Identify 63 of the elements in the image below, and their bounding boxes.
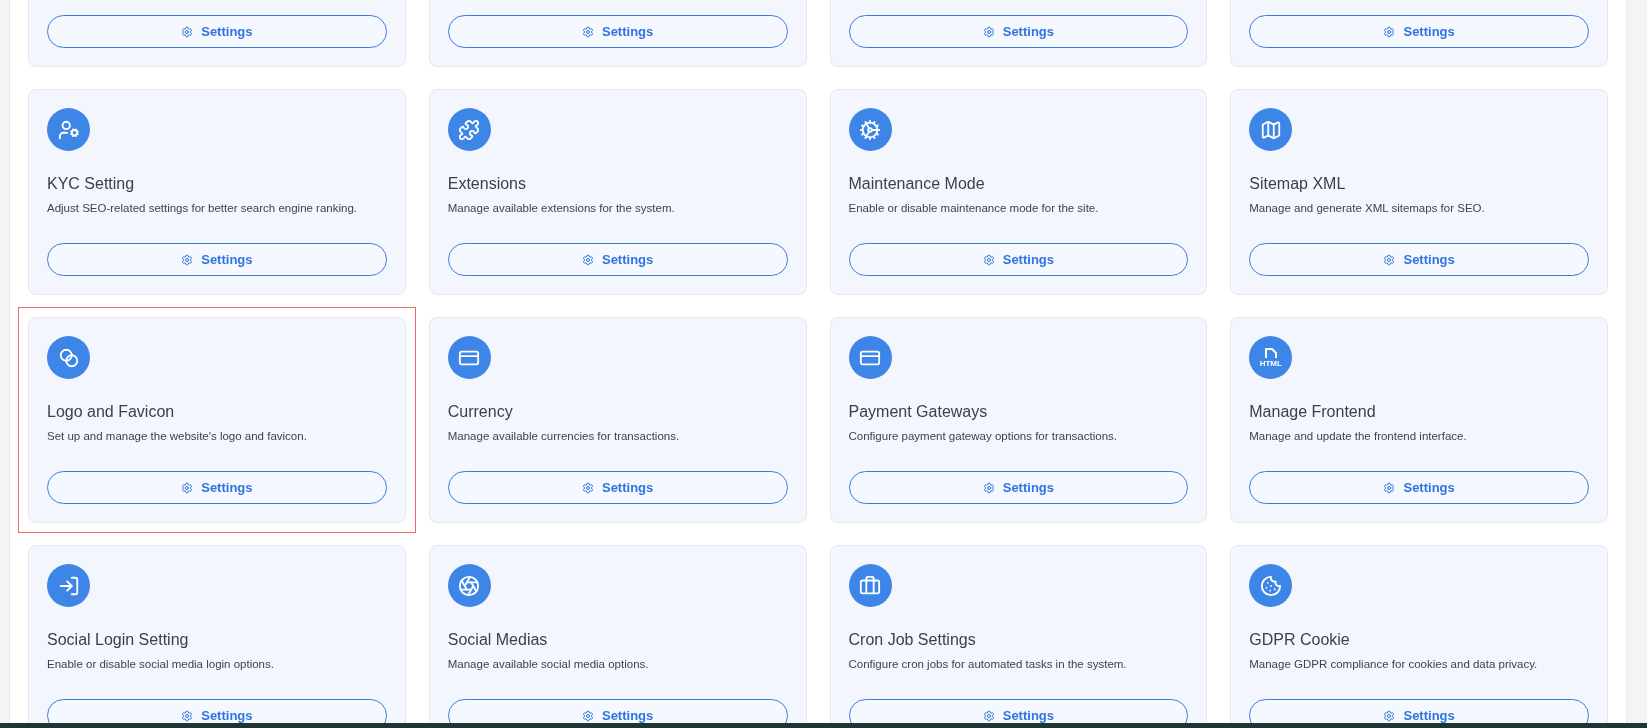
settings-button[interactable]: Settings xyxy=(848,243,1189,276)
card-title: Extensions xyxy=(447,174,527,194)
settings-button[interactable]: Settings xyxy=(47,471,387,504)
settings-icon xyxy=(181,481,194,494)
briefcase-icon xyxy=(859,574,881,597)
card-description: Manage available extensions for the system. xyxy=(447,201,676,216)
settings-icon xyxy=(982,25,995,38)
settings-icon xyxy=(1383,25,1396,38)
settings-button[interactable]: Settings xyxy=(848,15,1189,48)
settings-icon xyxy=(581,709,594,722)
settings-icon xyxy=(1383,709,1396,722)
card-description: Manage available social media options. xyxy=(447,657,650,672)
card-title: Social Medias xyxy=(447,630,549,650)
settings-icon xyxy=(181,25,194,38)
card-description: Manage and generate XML sitemaps for SEO. xyxy=(1249,201,1486,216)
card-description: Set up and manage the website's logo and favicon. xyxy=(47,429,308,444)
settings-button[interactable]: Settings xyxy=(1249,471,1589,504)
settings-icon xyxy=(982,481,995,494)
cookie-icon xyxy=(1259,574,1282,597)
card-title: Logo and Favicon xyxy=(47,402,176,422)
card-title: Maintenance Mode xyxy=(848,174,986,194)
settings-button[interactable]: Settings xyxy=(447,243,788,276)
card-title: GDPR Cookie xyxy=(1249,630,1351,650)
card-title: Cron Job Settings xyxy=(848,630,977,650)
settings-icon xyxy=(181,709,194,722)
card-description: Enable or disable maintenance mode for the site. xyxy=(848,201,1100,216)
file-icon xyxy=(1263,347,1278,359)
map-icon xyxy=(1259,118,1282,141)
user-gear-icon xyxy=(57,118,80,141)
card-title: Payment Gateways xyxy=(848,402,989,422)
card-description: Adjust SEO-related settings for better search engine ranking. xyxy=(47,201,359,216)
card-description: Manage available currencies for transactions. xyxy=(447,429,681,444)
settings-button[interactable]: Settings xyxy=(447,15,788,48)
card-description: Manage GDPR compliance for cookies and data privacy. xyxy=(1249,657,1539,672)
card-description: Configure payment gateway options for transactions. xyxy=(848,429,1118,444)
settings-icon xyxy=(581,25,594,38)
settings-icon xyxy=(581,253,594,266)
settings-icon xyxy=(982,709,995,722)
card-title: KYC Setting xyxy=(47,174,136,194)
card-description: Manage and update the frontend interface. xyxy=(1249,429,1468,444)
settings-button[interactable]: Settings xyxy=(848,471,1189,504)
card-title: Social Login Setting xyxy=(47,630,190,650)
login-icon xyxy=(57,574,80,597)
gear-icon xyxy=(859,118,881,141)
settings-icon xyxy=(1383,481,1396,494)
puzzle-icon xyxy=(458,118,481,141)
card-description: Enable or disable social media login options. xyxy=(47,657,275,672)
settings-icon xyxy=(181,253,194,266)
card-title: Manage Frontend xyxy=(1249,402,1377,422)
settings-icon xyxy=(581,481,594,494)
settings-icon xyxy=(1383,253,1396,266)
aperture-icon xyxy=(458,574,481,597)
settings-button[interactable]: Settings xyxy=(47,15,387,48)
html-label: HTML xyxy=(1259,359,1282,368)
card-title: Sitemap XML xyxy=(1249,174,1347,194)
settings-icon xyxy=(982,253,995,266)
card-description: Configure cron jobs for automated tasks in the system. xyxy=(848,657,1128,672)
card-title: Currency xyxy=(447,402,514,422)
settings-button[interactable]: Settings xyxy=(447,471,788,504)
linked-circles-icon xyxy=(57,346,80,369)
settings-button[interactable]: Settings xyxy=(47,243,387,276)
settings-button[interactable]: Settings xyxy=(1249,15,1589,48)
settings-button[interactable]: Settings xyxy=(1249,243,1589,276)
